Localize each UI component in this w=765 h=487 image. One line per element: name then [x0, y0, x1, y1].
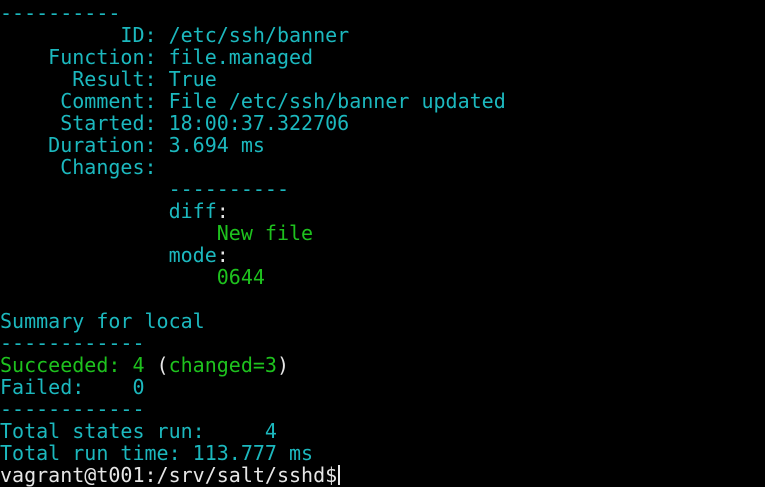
mode-label: mode [168, 243, 217, 267]
summary-separator: ------------ [0, 331, 145, 355]
total-states-run: Total states run: 4 [0, 419, 277, 443]
state-function-row: Function: file.managed [0, 46, 313, 68]
changed-count: changed=3 [168, 353, 277, 377]
state-id-row: ID: /etc/ssh/banner [0, 24, 349, 46]
mode-value-row: 0644 [0, 266, 265, 288]
result-label: Result: [72, 67, 157, 91]
state-separator: ---------- [0, 1, 121, 25]
total-run-time: Total run time: 113.777 ms [0, 441, 314, 465]
id-value: /etc/ssh/banner [168, 23, 350, 47]
changes-separator-row: ---------- [0, 178, 289, 200]
summary-title: Summary for local [0, 309, 205, 333]
diff-row: diff: [168, 199, 229, 223]
function-label: Function: [48, 45, 157, 69]
function-value: file.managed [168, 45, 314, 69]
shell-prompt: vagrant@t001:/srv/salt/sshd$ [0, 463, 338, 487]
state-duration-row: Duration: 3.694 ms [0, 134, 265, 156]
mode-value: 0644 [216, 265, 265, 289]
comment-value: File /etc/ssh/banner updated [168, 89, 506, 113]
duration-label: Duration: [48, 133, 157, 157]
summary-separator-2: ------------ [0, 397, 145, 421]
succeeded-label: Succeeded: 4 [0, 353, 145, 377]
id-label: ID: [120, 23, 157, 47]
text-cursor [338, 465, 341, 485]
diff-label: diff [168, 199, 217, 223]
result-value: True [168, 67, 217, 91]
terminal-window[interactable]: ---------- ID: /etc/ssh/banner Function:… [0, 0, 765, 487]
failed-row: Failed: 0 [0, 376, 145, 398]
failed-label: Failed: [0, 375, 85, 399]
state-started-row: Started: 18:00:37.322706 [0, 112, 349, 134]
state-result-row: Result: True [0, 68, 217, 90]
succeeded-row: Succeeded: 4 (changed=3) [0, 353, 290, 377]
failed-value: 0 [132, 375, 145, 399]
shell-prompt-line[interactable]: vagrant@t001:/srv/salt/sshd$ [0, 463, 341, 487]
diff-value: New file [216, 221, 314, 245]
state-changes-row: Changes: [0, 155, 157, 179]
changes-label: Changes: [60, 155, 157, 179]
started-label: Started: [60, 111, 157, 135]
changes-separator: ---------- [168, 177, 289, 201]
duration-value: 3.694 ms [168, 133, 265, 157]
diff-value-row: New file [0, 222, 313, 244]
state-comment-row: Comment: File /etc/ssh/banner updated [0, 90, 506, 112]
comment-label: Comment: [60, 89, 157, 113]
mode-row: mode: [168, 243, 229, 267]
started-value: 18:00:37.322706 [168, 111, 350, 135]
